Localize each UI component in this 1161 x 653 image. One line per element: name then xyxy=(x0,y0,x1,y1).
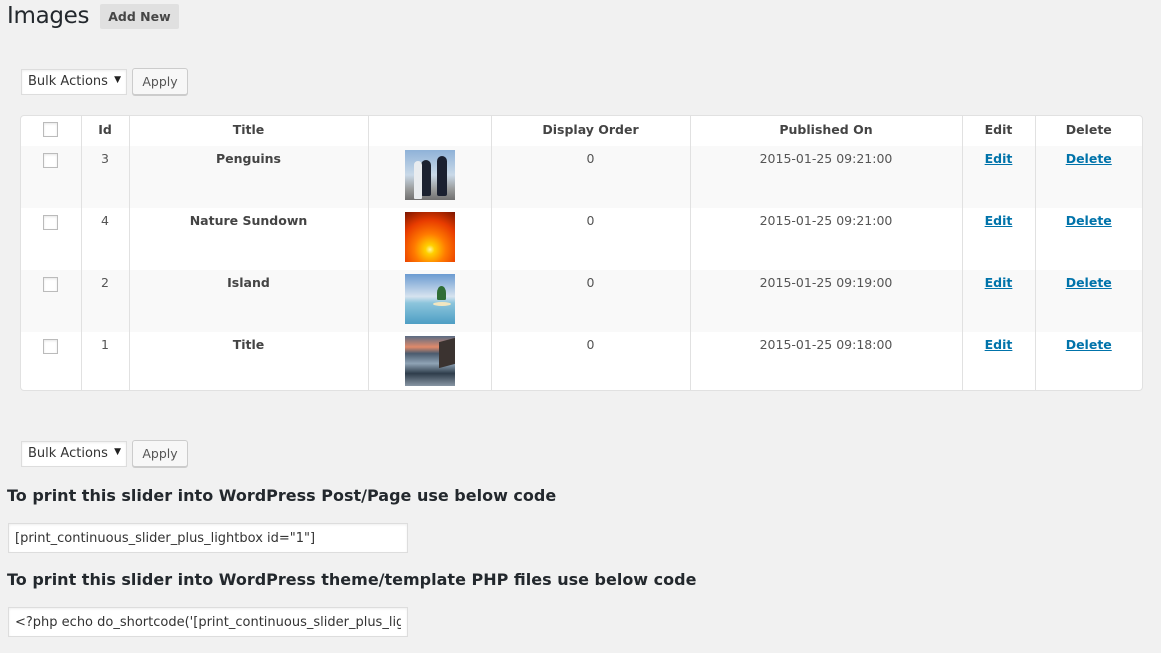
table-row: 2 Island 0 2015-01-25 09:19:00 Edit Dele… xyxy=(21,270,1142,332)
apply-button[interactable]: Apply xyxy=(132,68,188,95)
table-row: 4 Nature Sundown 0 2015-01-25 09:21:00 E… xyxy=(21,208,1142,270)
row-title: Nature Sundown xyxy=(128,208,368,270)
row-published-on: 2015-01-25 09:19:00 xyxy=(689,270,962,332)
penguins-image xyxy=(404,150,455,200)
column-id[interactable]: Id xyxy=(80,116,129,146)
column-display-order[interactable]: Display Order xyxy=(490,116,690,146)
row-id: 4 xyxy=(80,208,129,270)
row-published-on: 2015-01-25 09:18:00 xyxy=(689,332,962,390)
column-image xyxy=(367,116,491,146)
delete-link[interactable]: Delete xyxy=(1066,151,1112,166)
dropdown-arrow-icon: ▼ xyxy=(114,446,121,457)
php-shortcode-heading: To print this slider into WordPress them… xyxy=(7,570,697,589)
row-checkbox[interactable] xyxy=(43,339,59,354)
delete-link[interactable]: Delete xyxy=(1066,275,1112,290)
row-display-order: 0 xyxy=(490,270,690,332)
row-checkbox[interactable] xyxy=(43,277,59,292)
bulk-actions-selected: Bulk Actions xyxy=(28,74,108,89)
column-published-on[interactable]: Published On xyxy=(689,116,962,146)
column-delete: Delete xyxy=(1034,116,1142,146)
bulk-actions-select[interactable]: Bulk Actions ▼ xyxy=(21,440,127,467)
bulk-actions-bottom: Bulk Actions ▼ Apply xyxy=(21,440,188,467)
dropdown-arrow-icon: ▼ xyxy=(114,74,121,85)
page-title: Images xyxy=(7,3,90,29)
row-display-order: 0 xyxy=(490,146,690,208)
row-display-order: 0 xyxy=(490,208,690,270)
sundown-image xyxy=(404,212,455,262)
select-all-column xyxy=(21,116,81,146)
row-title: Island xyxy=(128,270,368,332)
row-id: 1 xyxy=(80,332,129,390)
row-display-order: 0 xyxy=(490,332,690,390)
php-shortcode-field[interactable] xyxy=(8,607,408,637)
row-title: Penguins xyxy=(128,146,368,208)
column-edit: Edit xyxy=(961,116,1035,146)
post-shortcode-heading: To print this slider into WordPress Post… xyxy=(7,486,557,505)
add-new-button[interactable]: Add New xyxy=(100,3,179,29)
edit-link[interactable]: Edit xyxy=(985,337,1013,352)
select-all-checkbox[interactable] xyxy=(43,122,59,137)
images-table: Id Title Display Order Published On Edit… xyxy=(20,115,1143,391)
table-row: 1 Title 0 2015-01-25 09:18:00 Edit Delet… xyxy=(21,332,1142,390)
row-published-on: 2015-01-25 09:21:00 xyxy=(689,208,962,270)
pier-image xyxy=(404,336,455,386)
bulk-actions-selected: Bulk Actions xyxy=(28,446,108,461)
edit-link[interactable]: Edit xyxy=(985,151,1013,166)
page-header: Images Add New xyxy=(7,3,179,29)
table-header-row: Id Title Display Order Published On Edit… xyxy=(21,116,1142,146)
delete-link[interactable]: Delete xyxy=(1066,213,1112,228)
post-shortcode-field[interactable] xyxy=(8,523,408,553)
table-row: 3 Penguins 0 2015-01-25 09:21:00 Edit De… xyxy=(21,146,1142,208)
apply-button[interactable]: Apply xyxy=(132,440,188,467)
delete-link[interactable]: Delete xyxy=(1066,337,1112,352)
bulk-actions-select[interactable]: Bulk Actions ▼ xyxy=(21,68,127,95)
bulk-actions-top: Bulk Actions ▼ Apply xyxy=(21,68,188,95)
island-image xyxy=(404,274,455,324)
row-title: Title xyxy=(128,332,368,390)
edit-link[interactable]: Edit xyxy=(985,213,1013,228)
row-checkbox[interactable] xyxy=(43,215,59,230)
row-id: 3 xyxy=(80,146,129,208)
edit-link[interactable]: Edit xyxy=(985,275,1013,290)
row-published-on: 2015-01-25 09:21:00 xyxy=(689,146,962,208)
row-id: 2 xyxy=(80,270,129,332)
row-checkbox[interactable] xyxy=(43,153,59,168)
column-title[interactable]: Title xyxy=(128,116,368,146)
